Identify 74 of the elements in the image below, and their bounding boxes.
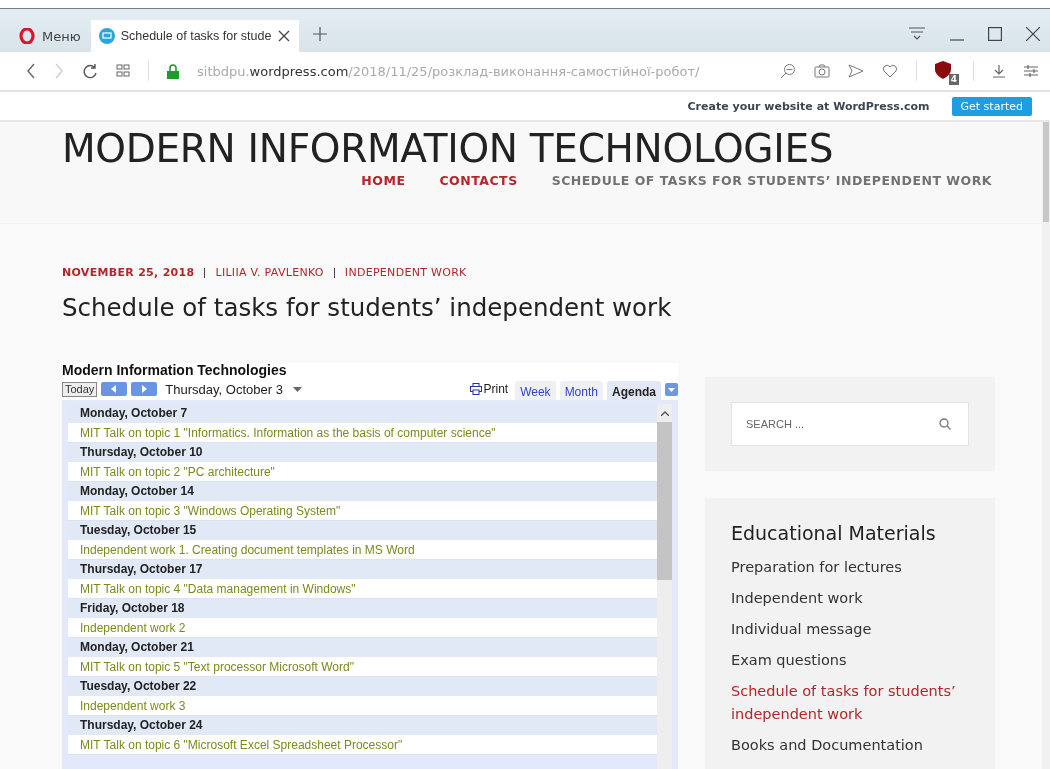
site-title: MODERN INFORMATION TECHNOLOGIES (62, 128, 835, 170)
maximize-icon[interactable] (988, 26, 1002, 41)
event-item[interactable]: MIT Talk on topic 6 "Microsoft Excel Spreadsheet Processor" (68, 736, 657, 755)
nav-link[interactable]: SCHEDULE OF TASKS FOR STUDENTS’ INDEPENDENT WORK (551, 173, 992, 188)
dropdown-icon[interactable] (665, 382, 678, 396)
scrollbar-thumb[interactable] (657, 422, 672, 580)
author-link[interactable]: LILIIA V. PAVLENKO (215, 266, 324, 279)
scroll-up-icon[interactable] (660, 411, 669, 416)
day-header: Tuesday, October 22 (68, 677, 657, 697)
post-date: NOVEMBER 25, 2018 (62, 266, 195, 279)
send-icon[interactable] (848, 64, 864, 78)
print-button[interactable]: Print (467, 382, 512, 396)
sidebar-link[interactable]: Preparation for lectures (731, 556, 969, 579)
day-header: Thursday, October 10 (68, 443, 657, 463)
search-icon[interactable] (939, 418, 951, 430)
event-item[interactable]: MIT Talk on topic 5 "Text processor Microsoft Word" (68, 658, 657, 677)
view-tab[interactable]: Week (515, 381, 556, 402)
event-item[interactable]: MIT Talk on topic 2 "PC architecture" (68, 463, 657, 482)
speed-dial-icon[interactable] (116, 64, 130, 78)
back-icon[interactable] (26, 63, 36, 79)
zoom-icon[interactable] (780, 63, 796, 79)
favicon-icon (98, 28, 115, 44)
address-field[interactable]: sitbdpu.wordpress.com/2018/11/25/розклад-виконання-самостійної-робот/ (197, 63, 762, 79)
event-item[interactable]: MIT Talk on topic 4 "Data management in Windows" (68, 580, 657, 599)
left-triangle-icon (111, 385, 118, 393)
next-button[interactable] (131, 382, 158, 396)
view-tab[interactable]: Month (559, 381, 603, 402)
camera-icon[interactable] (814, 64, 830, 78)
day-header: Monday, October 21 (68, 638, 657, 658)
sidebar-link[interactable]: Exam questions (731, 649, 969, 672)
opera-logo-icon (19, 28, 35, 44)
close-icon[interactable] (1026, 26, 1040, 41)
search-field[interactable]: SEARCH ... (731, 402, 969, 446)
sidebar-link[interactable]: Independent work (731, 587, 969, 610)
day-header: Thursday, October 17 (68, 560, 657, 580)
event-item[interactable]: MIT Talk on topic 3 "Windows Operating System" (68, 502, 657, 521)
reload-icon[interactable] (82, 63, 98, 79)
tab-menu-icon[interactable] (908, 26, 926, 41)
caret-icon[interactable] (292, 386, 302, 392)
day-header: Monday, October 14 (68, 482, 657, 502)
calendar-title: Modern Information Technologies (62, 363, 288, 378)
event-item[interactable]: Independent work 2 (68, 619, 657, 638)
count-badge: 4 (948, 74, 959, 85)
settings-icon[interactable] (1024, 64, 1038, 78)
heart-icon[interactable] (882, 64, 898, 78)
right-triangle-icon (141, 385, 148, 393)
event-item[interactable]: Independent work 1. Creating document templates in MS Word (68, 541, 657, 560)
lock-icon (167, 63, 179, 79)
scrollbar-thumb[interactable] (1043, 122, 1049, 222)
previous-button[interactable] (101, 382, 128, 396)
sidebar-link[interactable]: Individual message (731, 618, 969, 641)
download-icon[interactable] (992, 64, 1006, 78)
current-date: Thursday, October 3 (165, 381, 283, 397)
day-header: Monday, October 7 (68, 404, 657, 424)
widget-title: Educational Materials (731, 522, 937, 544)
view-tab[interactable]: Agenda (607, 381, 661, 402)
new-tab-icon[interactable] (313, 26, 328, 41)
day-header: Friday, October 18 (68, 599, 657, 619)
event-item[interactable]: MIT Talk on topic 1 "Informatics. Information as the basis of computer science" (68, 424, 657, 443)
printer-icon (470, 383, 483, 395)
today-button[interactable]: Today (62, 381, 98, 397)
nav-link[interactable]: HOME (361, 173, 406, 188)
close-icon[interactable] (277, 29, 292, 43)
sidebar-link[interactable]: Books and Documentation (731, 733, 969, 756)
browser-tab[interactable]: Schedule of tasks for stude (90, 20, 300, 52)
day-header: Thursday, October 24 (68, 716, 657, 736)
menu-button[interactable]: Меню (9, 20, 91, 52)
sidebar-link[interactable]: Schedule of tasks for students’ independent work (731, 680, 969, 725)
event-item[interactable]: Independent work 3 (68, 697, 657, 716)
post-title: Schedule of tasks for students’ independent work (62, 292, 673, 324)
category-link[interactable]: INDEPENDENT WORK (344, 266, 467, 279)
day-header: Tuesday, October 15 (68, 521, 657, 541)
nav-link[interactable]: CONTACTS (439, 173, 518, 188)
promo-text: Create your website at WordPress.com (687, 99, 930, 113)
